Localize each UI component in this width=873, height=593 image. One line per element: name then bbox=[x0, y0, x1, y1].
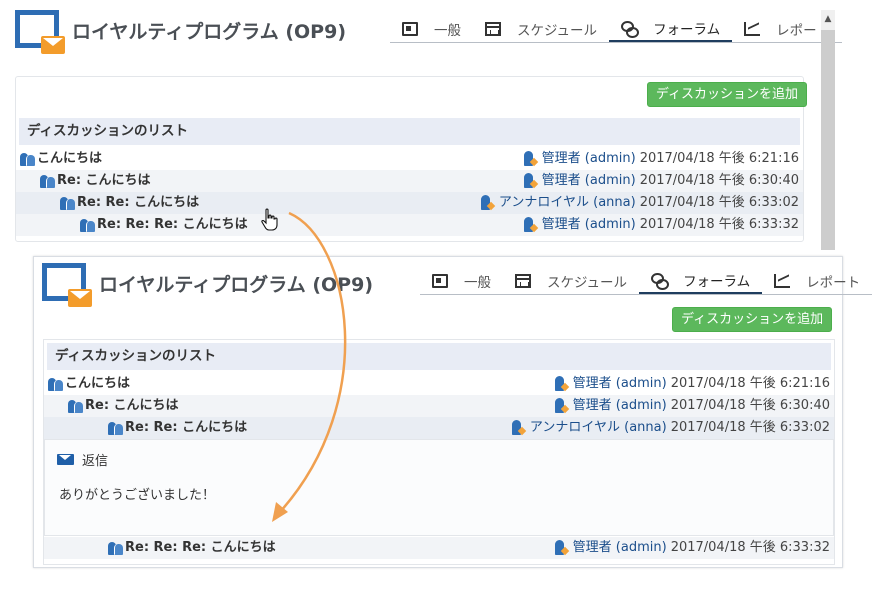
annotation-arrow-icon bbox=[272, 211, 347, 522]
